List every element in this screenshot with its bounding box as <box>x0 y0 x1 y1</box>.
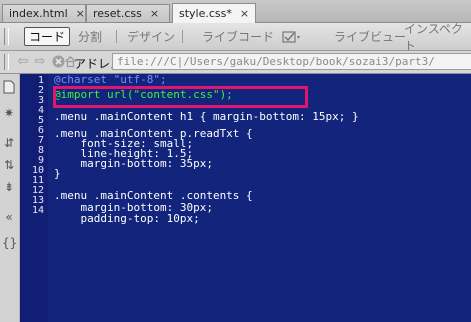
open-documents-icon[interactable] <box>2 80 16 94</box>
document-tab-bar: index.html × reset.css × style.css* × <box>0 0 471 23</box>
addressbar-grip[interactable] <box>4 54 9 70</box>
tab-label: index.html <box>9 7 68 20</box>
code-line-import[interactable]: @import url("content.css"); <box>54 89 233 100</box>
close-icon[interactable]: × <box>76 7 85 20</box>
live-code-button[interactable]: ライブコード <box>198 27 278 46</box>
code-line[interactable]: .menu .mainContent h1 { margin-bottom: 1… <box>54 111 359 122</box>
brace-icon[interactable]: {} <box>2 236 17 250</box>
settings-icon[interactable]: ✷ <box>2 106 16 120</box>
code-line[interactable]: @charset "utf-8"; <box>54 74 167 85</box>
code-view-button[interactable]: コード <box>24 27 71 46</box>
collapse-icon[interactable]: ⇵ <box>2 136 16 150</box>
line-number: 14 <box>31 205 44 216</box>
line-number-gutter: 1 2 3 4 5 6 7 8 9 10 11 12 13 14 <box>20 74 48 322</box>
expand-icon[interactable]: ⇅ <box>2 158 16 172</box>
coding-toolbar: ✷ ⇵ ⇅ ⇟ « {} <box>0 74 20 322</box>
indent-icon[interactable]: « <box>2 210 16 224</box>
code-line[interactable]: } <box>54 168 61 179</box>
close-icon[interactable]: × <box>150 7 159 20</box>
tab-label: reset.css <box>93 7 142 20</box>
code-line[interactable]: padding-top: 10px; <box>54 213 199 224</box>
check-browser-icon[interactable] <box>278 27 306 46</box>
forward-icon[interactable]: ⇨ <box>33 55 47 69</box>
close-icon[interactable]: × <box>240 7 249 20</box>
code-line[interactable]: .menu .mainContent .contents { <box>54 190 253 201</box>
toolbar-grip[interactable] <box>4 28 9 45</box>
select-parent-icon[interactable]: ⇟ <box>2 180 16 194</box>
tab-style-css[interactable]: style.css* × <box>172 3 256 23</box>
split-view-button[interactable]: 分割 <box>74 27 106 46</box>
tab-label: style.css* <box>179 7 232 20</box>
code-line[interactable]: margin-bottom: 35px; <box>54 158 212 169</box>
design-view-button[interactable]: デザイン <box>123 27 179 46</box>
address-field[interactable]: file:///C|/Users/gaku/Desktop/book/sozai… <box>112 53 471 70</box>
toolbar-separator <box>182 30 183 43</box>
tab-index-html[interactable]: index.html × <box>2 4 86 22</box>
toolbar-separator <box>116 30 117 43</box>
address-bar: ⇦ ⇨ アドレス: file:///C|/Users/gaku/Desktop/… <box>0 51 471 74</box>
back-icon[interactable]: ⇦ <box>16 55 30 69</box>
code-editor[interactable]: @charset "utf-8"; @import url("content.c… <box>48 74 471 322</box>
document-toolbar: コード 分割 デザイン ライブコード ライブビュー インスペクト <box>0 22 471 53</box>
tab-reset-css[interactable]: reset.css × <box>86 4 170 22</box>
live-view-button[interactable]: ライブビュー <box>330 27 410 46</box>
inspect-button[interactable]: インスペクト <box>400 22 471 53</box>
